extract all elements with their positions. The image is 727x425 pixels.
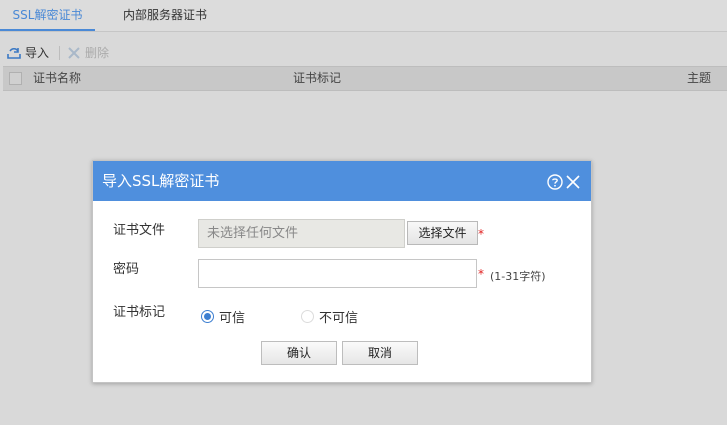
cert-mark-label: 证书标记: [113, 305, 166, 320]
radio-unselected-icon: [301, 310, 314, 323]
column-header-cert-name[interactable]: 证书名称: [33, 67, 81, 90]
import-label: 导入: [25, 46, 50, 60]
dialog-title: 导入SSL解密证书: [102, 172, 220, 190]
radio-selected-icon: [201, 310, 214, 323]
required-mark: *: [478, 267, 484, 281]
import-button[interactable]: 导入: [6, 45, 49, 61]
tab-bar: SSL解密证书 内部服务器证书: [0, 0, 727, 32]
radio-trusted[interactable]: 可信: [201, 307, 245, 326]
column-header-subject[interactable]: 主题: [687, 67, 711, 90]
tab-internal-server-cert[interactable]: 内部服务器证书: [110, 0, 220, 31]
column-header-cert-mark[interactable]: 证书标记: [293, 67, 341, 90]
delete-button[interactable]: 删除: [66, 45, 109, 61]
radio-untrusted-label: 不可信: [319, 311, 359, 326]
password-hint: (1-31字符): [490, 270, 546, 283]
radio-trusted-label: 可信: [219, 311, 246, 326]
help-icon[interactable]: [547, 174, 563, 190]
import-icon: [7, 47, 21, 59]
table-header: 证书名称 证书标记 主题: [3, 66, 727, 91]
toolbar-divider: [59, 46, 60, 60]
toolbar: 导入 删除: [0, 40, 727, 66]
confirm-button[interactable]: 确认: [261, 341, 337, 365]
close-icon[interactable]: [565, 174, 581, 190]
delete-icon: [68, 47, 80, 59]
required-mark: *: [478, 227, 484, 241]
select-all-checkbox[interactable]: [9, 72, 22, 85]
password-input[interactable]: [198, 259, 477, 288]
delete-label: 删除: [85, 46, 110, 60]
password-label: 密码: [113, 262, 140, 277]
dialog-header: 导入SSL解密证书: [93, 161, 591, 201]
radio-untrusted[interactable]: 不可信: [301, 307, 358, 326]
cert-file-display: 未选择任何文件: [198, 219, 405, 248]
tab-ssl-decrypt-cert[interactable]: SSL解密证书: [0, 0, 95, 31]
import-cert-dialog: 导入SSL解密证书 证书文件 未选择任何文件 选择文件 * 密码 * (1-31…: [92, 160, 592, 383]
cert-file-label: 证书文件: [113, 223, 166, 238]
cancel-button[interactable]: 取消: [342, 341, 418, 365]
choose-file-button[interactable]: 选择文件: [407, 221, 478, 245]
